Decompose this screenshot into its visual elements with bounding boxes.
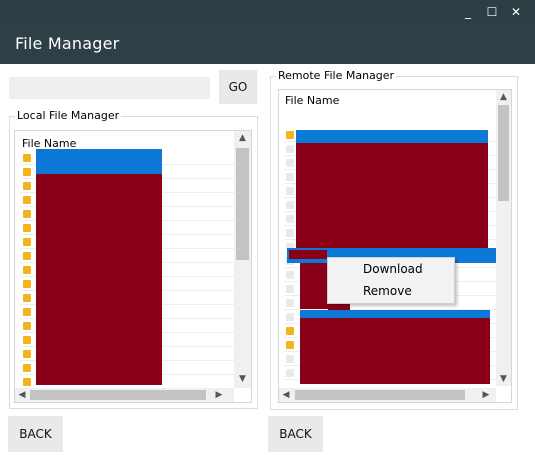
path-input[interactable] [9,77,210,99]
folder-icon [23,168,31,176]
local-horizontal-scrollbar[interactable]: ◀ ▶ [15,388,234,402]
folder-icon [23,308,31,316]
download-menu-item[interactable]: Download [328,258,454,280]
folder-icon [286,327,294,335]
folder-icon [23,378,31,386]
folder-icon [286,145,294,153]
selected-row-highlight [296,130,488,143]
folder-icon [23,280,31,288]
folder-icon [23,224,31,232]
local-file-list[interactable]: File Name ▲ ▼ ◀ ▶ [14,130,252,403]
remote-column-header: File Name [285,94,340,107]
folder-icon [286,313,294,321]
folder-icon [23,350,31,358]
minimize-icon[interactable]: _ [459,3,477,21]
maximize-icon[interactable]: ☐ [483,3,501,21]
redacted-file-names [296,143,488,256]
scroll-thumb[interactable] [498,105,509,201]
remote-back-button[interactable]: BACK [268,416,323,452]
folder-icon [286,159,294,167]
folder-icon [286,173,294,181]
folder-icon [286,285,294,293]
folder-icon [23,210,31,218]
folder-icon [23,238,31,246]
selected-row-highlight [300,310,490,318]
folder-icon [286,187,294,195]
remove-menu-item[interactable]: Remove [328,280,454,302]
redacted-file-names [300,318,490,384]
folder-icon [286,229,294,237]
redacted-file-name [289,250,327,259]
local-group-label: Local File Manager [15,109,122,122]
folder-icon [23,336,31,344]
scroll-left-icon[interactable]: ◀ [15,388,29,402]
local-back-button[interactable]: BACK [8,416,63,452]
go-button[interactable]: GO [219,70,257,104]
folder-icon [23,252,31,260]
remote-file-list[interactable]: File Name ▲ ▼ ◀ ▶ [278,89,512,403]
folder-icon [23,266,31,274]
remote-group-label: Remote File Manager [276,69,397,82]
folder-icon [23,294,31,302]
scroll-down-icon[interactable]: ▼ [496,372,511,386]
selected-row-highlight [36,149,162,174]
folder-icon [286,131,294,139]
folder-icon [23,322,31,330]
folder-icon [23,154,31,162]
scroll-thumb[interactable] [30,390,206,400]
folder-icon [286,215,294,223]
page-title: File Manager [15,34,120,53]
scroll-thumb[interactable] [295,390,465,400]
folder-icon [286,369,294,377]
folder-icon [286,355,294,363]
scroll-right-icon[interactable]: ▶ [479,388,493,402]
redacted-file-name [300,263,328,309]
scroll-up-icon[interactable]: ▲ [496,90,511,104]
folder-icon [23,182,31,190]
local-vertical-scrollbar[interactable]: ▲ ▼ [234,131,251,388]
folder-icon [286,299,294,307]
close-icon[interactable]: ✕ [507,3,525,21]
window-top-bar [0,0,535,24]
context-menu: Download Remove [327,257,455,304]
folder-icon [286,271,294,279]
remote-horizontal-scrollbar[interactable]: ◀ ▶ [279,388,496,402]
scroll-down-icon[interactable]: ▼ [234,372,251,386]
scroll-up-icon[interactable]: ▲ [234,131,251,145]
scroll-right-icon[interactable]: ▶ [212,388,226,402]
folder-icon [23,196,31,204]
scroll-left-icon[interactable]: ◀ [279,388,293,402]
folder-icon [23,364,31,372]
folder-icon [286,201,294,209]
scroll-thumb[interactable] [236,148,249,260]
folder-icon [286,341,294,349]
remote-vertical-scrollbar[interactable]: ▲ ▼ [496,90,511,386]
redacted-file-names [36,174,162,385]
